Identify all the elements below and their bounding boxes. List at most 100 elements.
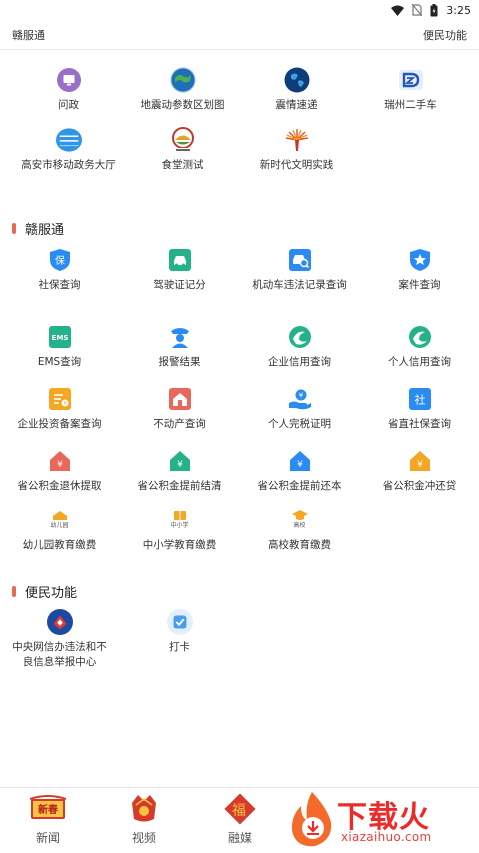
gfw-item-police-result[interactable]: 报警结果 bbox=[120, 324, 239, 370]
college-badge: 高校 bbox=[293, 522, 306, 529]
watermark-url: xiazaihuo.com bbox=[341, 830, 432, 844]
gfw-label: 幼儿园教育缴费 bbox=[22, 539, 97, 551]
gfw-label: 企业信用查询 bbox=[268, 356, 331, 368]
featured-item-canteen[interactable]: 食堂测试 bbox=[123, 127, 242, 173]
house-yen-icon: ¥ bbox=[167, 448, 193, 474]
report-center-icon bbox=[46, 609, 73, 635]
tab-news[interactable]: 新春 新闻 bbox=[0, 792, 96, 846]
canteen-icon bbox=[170, 127, 196, 153]
featured-item-quake-news[interactable]: 震情速递 bbox=[237, 67, 356, 113]
top-header: 赣服通 便民功能 bbox=[0, 20, 479, 50]
featured-label: 震情速递 bbox=[275, 99, 318, 111]
featured-label: 新时代文明实践 bbox=[259, 159, 334, 171]
bm-item-checkin[interactable]: 打卡 bbox=[120, 609, 239, 655]
hand-coin-icon: ¥ bbox=[287, 386, 313, 412]
gfw-label: 案件查询 bbox=[398, 279, 441, 291]
gfw-item-tax-certificate[interactable]: ¥ 个人完税证明 bbox=[240, 386, 359, 432]
svg-text:¥: ¥ bbox=[57, 460, 63, 470]
wave-icon bbox=[287, 324, 313, 350]
gfw-item-license-points[interactable]: 驾驶证记分 bbox=[120, 247, 239, 293]
svg-text:¥: ¥ bbox=[417, 460, 423, 470]
gfw-item-case-query[interactable]: 案件查询 bbox=[360, 247, 479, 293]
gfw-label: 高校教育缴费 bbox=[268, 539, 331, 551]
gfw-item-investment-filing[interactable]: ¥ 企业投资备案查询 bbox=[0, 386, 119, 432]
gfw-item-fund-prepay[interactable]: ¥ 省公积金提前还本 bbox=[240, 448, 359, 494]
gfw-item-fund-offset[interactable]: ¥ 省公积金冲还贷 bbox=[360, 448, 479, 494]
house-icon bbox=[167, 386, 193, 412]
she-icon: 社 bbox=[407, 386, 433, 412]
ems-icon: EMS bbox=[47, 324, 73, 350]
svg-text:社: 社 bbox=[414, 393, 425, 407]
featured-item-seismic-map[interactable]: 地震动参数区划图 bbox=[123, 67, 242, 113]
battery-icon bbox=[430, 3, 438, 16]
gfw-label: 个人完税证明 bbox=[268, 418, 331, 430]
section-title-text: 便民功能 bbox=[25, 585, 78, 601]
bm-item-report-center[interactable]: 中央网信办违法和不良信息举报中心 bbox=[0, 609, 119, 670]
svg-text:EMS: EMS bbox=[51, 334, 68, 342]
gfw-item-kindergarten-fee[interactable]: 幼儿园 幼儿园教育缴费 bbox=[0, 507, 119, 553]
gfw-item-personal-credit[interactable]: 个人信用查询 bbox=[360, 324, 479, 370]
gfw-label: EMS查询 bbox=[37, 356, 82, 368]
fu-icon: 福 bbox=[222, 792, 258, 826]
house-yen-icon: ¥ bbox=[287, 448, 313, 474]
house-yen-icon: ¥ bbox=[407, 448, 433, 474]
gfw-item-ems[interactable]: EMS EMS查询 bbox=[0, 324, 119, 370]
video-icon bbox=[126, 792, 162, 826]
graduation-cap-icon: 高校 bbox=[287, 507, 313, 533]
gfw-item-enterprise-credit[interactable]: 企业信用查询 bbox=[240, 324, 359, 370]
status-bar: 3:25 bbox=[0, 0, 479, 20]
gfw-label: 社保查询 bbox=[38, 279, 81, 291]
car-search-icon bbox=[287, 247, 313, 273]
header-right-title[interactable]: 便民功能 bbox=[423, 27, 467, 43]
kindergarten-icon: 幼儿园 bbox=[47, 507, 73, 533]
checkin-icon bbox=[166, 609, 193, 635]
gfw-label: 驾驶证记分 bbox=[153, 279, 206, 291]
bm-label: 中央网信办违法和不良信息举报中心 bbox=[12, 641, 107, 668]
gfw-label: 个人信用查询 bbox=[388, 356, 451, 368]
header-left-title: 赣服通 bbox=[12, 28, 45, 42]
house-yen-icon: ¥ bbox=[47, 448, 73, 474]
svg-text:¥: ¥ bbox=[177, 460, 183, 470]
section-accent-bar bbox=[12, 585, 16, 597]
newspaper-icon: 新春 bbox=[30, 792, 66, 826]
tab-video[interactable]: 视频 bbox=[96, 792, 192, 846]
gfw-item-fund-settle[interactable]: ¥ 省公积金提前结清 bbox=[120, 448, 239, 494]
gfw-item-real-estate[interactable]: 不动产查询 bbox=[120, 386, 239, 432]
gfw-item-vehicle-violation[interactable]: 机动车违法记录查询 bbox=[240, 247, 359, 293]
earth-icon bbox=[284, 67, 310, 93]
tab-label: 视频 bbox=[131, 831, 156, 845]
section-title-text: 赣服通 bbox=[25, 222, 65, 238]
clock: 3:25 bbox=[446, 3, 471, 17]
wifi-icon bbox=[391, 5, 405, 16]
svg-text:¥: ¥ bbox=[297, 460, 303, 470]
gfw-label: 不动产查询 bbox=[153, 418, 206, 430]
no-sim-icon bbox=[412, 4, 423, 16]
gfw-item-social-security[interactable]: 保 社保查询 bbox=[0, 247, 119, 293]
featured-item-civilization[interactable]: 新时代文明实践 bbox=[237, 127, 356, 173]
news-badge: 新春 bbox=[38, 805, 58, 816]
gov-hall-icon bbox=[55, 127, 82, 153]
featured-item-gov-hall[interactable]: 高安市移动政务大厅 bbox=[9, 127, 128, 173]
featured-label: 瑞州二手车 bbox=[384, 99, 437, 111]
tab-media[interactable]: 福 融媒 bbox=[192, 792, 288, 846]
wave-icon bbox=[407, 324, 433, 350]
car-logo-icon bbox=[398, 67, 424, 93]
gfw-item-college-fee[interactable]: 高校 高校教育缴费 bbox=[240, 507, 359, 553]
featured-item-wenzheng[interactable]: 问政 bbox=[9, 67, 128, 113]
gfw-item-provincial-ss[interactable]: 社 省直社保查询 bbox=[360, 386, 479, 432]
svg-text:保: 保 bbox=[55, 254, 65, 267]
gfw-label: 报警结果 bbox=[158, 356, 201, 368]
gfw-item-fund-retire[interactable]: ¥ 省公积金退休提取 bbox=[0, 448, 119, 494]
globe-map-icon bbox=[170, 67, 196, 93]
section-title-gfw: 赣服通 bbox=[12, 220, 65, 238]
tab-label: 新闻 bbox=[35, 831, 60, 845]
featured-item-used-car[interactable]: 瑞州二手车 bbox=[351, 67, 470, 113]
fu-badge: 福 bbox=[232, 803, 246, 819]
gfw-label: 省公积金提前还本 bbox=[257, 480, 342, 492]
car-icon bbox=[167, 247, 193, 273]
featured-label: 问政 bbox=[58, 99, 79, 111]
gfw-item-school-fee[interactable]: 中小学 中小学教育缴费 bbox=[120, 507, 239, 553]
monitor-icon bbox=[56, 67, 82, 93]
gfw-label: 企业投资备案查询 bbox=[17, 418, 102, 430]
featured-label: 高安市移动政务大厅 bbox=[21, 159, 116, 171]
